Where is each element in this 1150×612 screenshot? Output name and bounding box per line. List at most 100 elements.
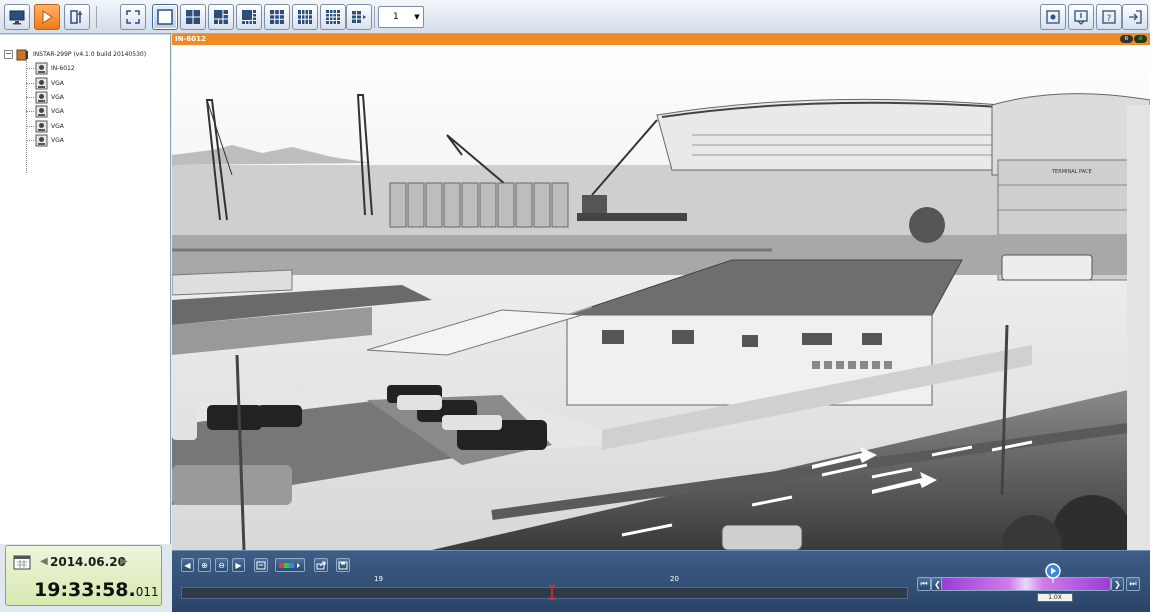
- layout-9-button[interactable]: [264, 4, 290, 30]
- tree-item-label: VGA: [51, 137, 64, 144]
- export-button[interactable]: [314, 558, 328, 572]
- camera-feed-image: TERMINAL PACE: [172, 45, 1150, 550]
- skip-end-button[interactable]: ⏭: [1126, 577, 1140, 591]
- channel-title-bar: IN-6012 R ıll: [172, 34, 1150, 45]
- layout-quad-icon: [186, 10, 200, 24]
- layout-eight-icon: [242, 10, 256, 24]
- timeline-right-button[interactable]: ▶: [232, 558, 245, 572]
- layout-8-button[interactable]: [236, 4, 262, 30]
- camera-icon: [35, 105, 48, 118]
- channel-status: R ıll: [1120, 35, 1147, 43]
- clip-icon: [256, 561, 266, 569]
- playback-button[interactable]: [34, 4, 60, 30]
- layout-more-button[interactable]: [346, 4, 372, 30]
- tree-item-channel-6[interactable]: VGA: [26, 134, 64, 147]
- info-button[interactable]: [1068, 4, 1094, 30]
- logout-button[interactable]: [1122, 4, 1148, 30]
- playback-datetime-panel: ◀ 2014.06.20 ▶ 19:33:58.011: [5, 545, 162, 606]
- channel-title: IN-6012: [175, 35, 206, 43]
- layout-single-icon: [157, 9, 173, 25]
- tree-item-channel-5[interactable]: VGA: [26, 120, 64, 133]
- camera-icon: [35, 91, 48, 104]
- calendar-icon[interactable]: [13, 554, 31, 570]
- monitor-icon: [9, 10, 25, 25]
- camera-icon: [35, 77, 48, 90]
- zoom-in-button[interactable]: ⊕: [198, 558, 211, 572]
- info-icon: [1074, 10, 1088, 25]
- page-select[interactable]: 1 ▼: [378, 6, 424, 28]
- time-milliseconds: 011: [135, 585, 159, 599]
- timeline-track[interactable]: [181, 587, 908, 599]
- tree-item-channel-4[interactable]: VGA: [26, 105, 64, 118]
- layout-six-icon: [214, 10, 228, 24]
- dvr-icon: [16, 49, 28, 61]
- play-icon: [42, 10, 53, 24]
- skip-start-button[interactable]: ⏮: [917, 577, 931, 591]
- playback-controls: ◀ ⊕ ⊖ ▶ 19 20 ⏮ ❮ 1.0X ❯ ⏭: [172, 550, 1150, 612]
- settings-button[interactable]: [64, 4, 90, 30]
- speed-up-button[interactable]: ❯: [1111, 577, 1124, 591]
- speed-control: ⏮ ❮ 1.0X ❯ ⏭: [917, 563, 1142, 602]
- tree-item-channel-3[interactable]: VGA: [26, 91, 64, 104]
- layout-16-button[interactable]: [320, 4, 346, 30]
- save-icon: [338, 561, 348, 569]
- tree-item-label: VGA: [51, 123, 64, 130]
- camera-feed: TERMINAL PACE: [172, 45, 1150, 550]
- tree-item-label: VGA: [51, 80, 64, 87]
- speed-slider[interactable]: [941, 577, 1111, 591]
- logout-icon: [1129, 10, 1142, 24]
- timeline-cursor[interactable]: [547, 585, 556, 600]
- fullscreen-icon: [126, 10, 140, 24]
- collapse-toggle[interactable]: −: [4, 50, 13, 59]
- help-button[interactable]: ?: [1096, 4, 1122, 30]
- layout-nine-icon: [270, 10, 284, 24]
- layout-4-button[interactable]: [180, 4, 206, 30]
- layout-1-button[interactable]: [152, 4, 178, 30]
- clip-button[interactable]: [254, 558, 268, 572]
- help-icon: ?: [1102, 10, 1116, 24]
- timeline-left-button[interactable]: ◀: [181, 558, 194, 572]
- layout-more-icon: [352, 11, 366, 23]
- camera-icon: [35, 134, 48, 147]
- tools-icon: [70, 10, 82, 24]
- save-button[interactable]: [336, 558, 350, 572]
- toolbar-divider: [96, 6, 97, 28]
- gear-icon: [1046, 10, 1060, 24]
- main-toolbar: 1 ▼ ?: [0, 0, 1150, 34]
- playback-date: 2014.06.20: [50, 555, 126, 569]
- camera-icon: [35, 120, 48, 133]
- fullscreen-button[interactable]: [120, 4, 146, 30]
- sign-text: TERMINAL PACE: [1051, 169, 1092, 175]
- chevron-down-icon: ▼: [414, 13, 420, 21]
- record-type-select[interactable]: [275, 558, 305, 572]
- playback-time: 19:33:58.011: [34, 579, 159, 601]
- live-view-button[interactable]: [4, 4, 30, 30]
- signal-icon: ıll: [1134, 35, 1147, 43]
- zoom-out-button[interactable]: ⊖: [215, 558, 228, 572]
- play-knob-icon[interactable]: [1045, 563, 1061, 583]
- speed-value: 1.0X: [1037, 593, 1073, 602]
- nvr-client-window: 1 ▼ ? − INSTAR-299P (v4.1.0 build 201405…: [0, 0, 1150, 612]
- layout-twelve-icon: [298, 10, 312, 24]
- device-tree-panel: − INSTAR-299P (v4.1.0 build 20140530) IN…: [0, 34, 171, 544]
- record-type-icon: [279, 562, 300, 568]
- export-icon: [316, 561, 326, 569]
- layout-6-button[interactable]: [208, 4, 234, 30]
- tree-item-label: VGA: [51, 108, 64, 115]
- page-select-value: 1: [393, 12, 399, 22]
- svg-text:?: ?: [1107, 14, 1112, 24]
- timeline-hour-label: 19: [374, 575, 383, 583]
- next-day-button[interactable]: ▶: [120, 556, 128, 567]
- tree-item-label: IN-6012: [51, 65, 75, 72]
- time-main: 19:33:58.: [34, 579, 136, 601]
- previous-day-button[interactable]: ◀: [40, 556, 48, 567]
- layout-12-button[interactable]: [292, 4, 318, 30]
- timeline-hour-label: 20: [670, 575, 679, 583]
- video-viewport[interactable]: IN-6012 R ıll TERMINAL PACE: [172, 34, 1150, 550]
- tree-item-label: VGA: [51, 94, 64, 101]
- camera-icon: [35, 62, 48, 75]
- tree-item-channel-1[interactable]: IN-6012: [26, 62, 75, 75]
- tree-item-channel-2[interactable]: VGA: [26, 77, 64, 90]
- system-settings-button[interactable]: [1040, 4, 1066, 30]
- layout-sixteen-icon: [326, 10, 340, 24]
